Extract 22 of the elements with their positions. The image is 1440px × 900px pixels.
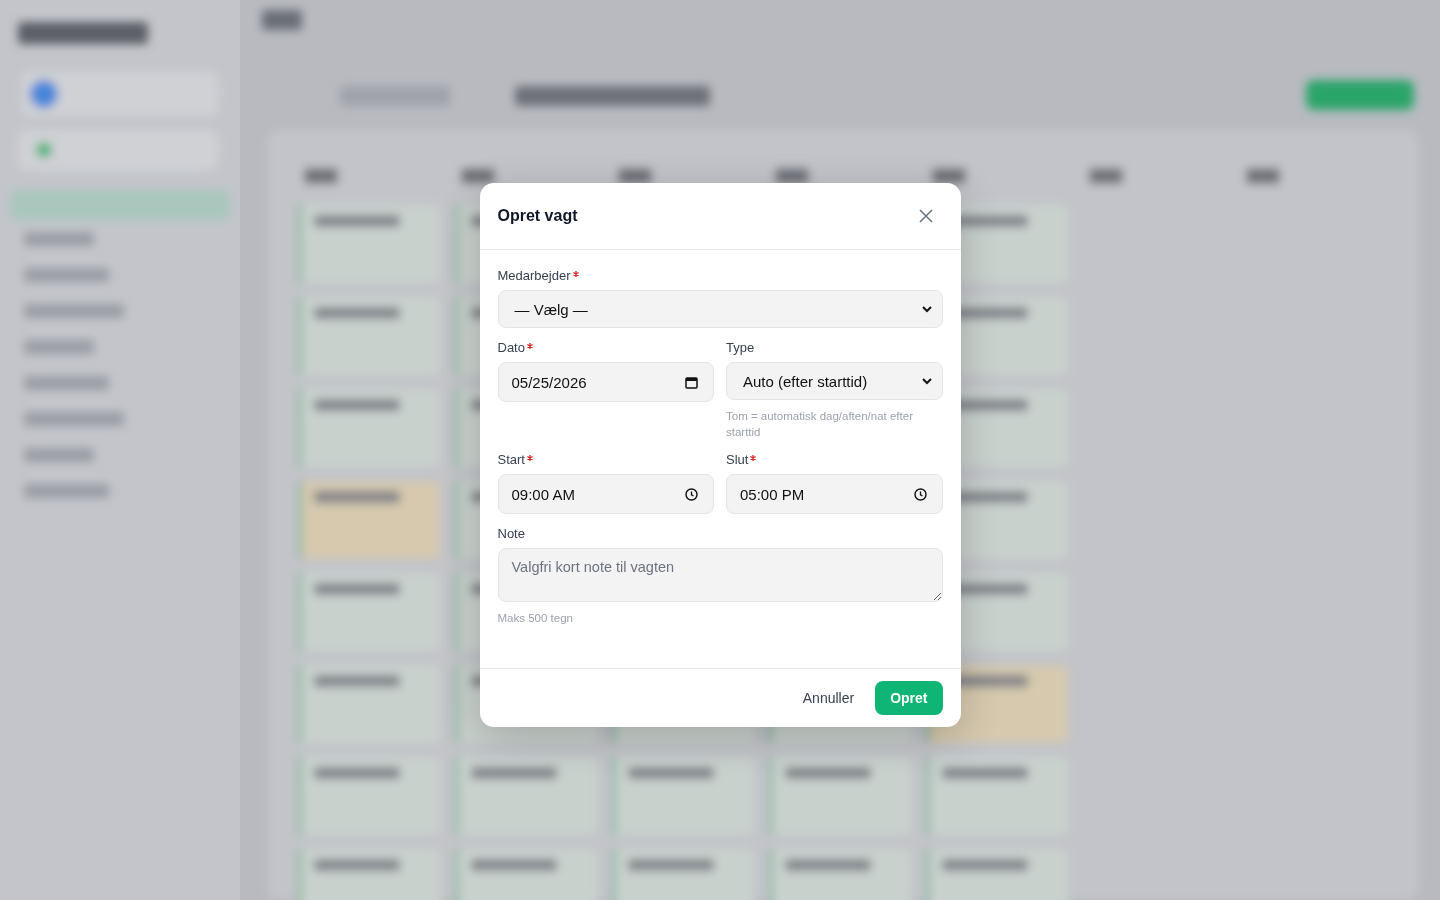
chevron-down-icon (921, 377, 932, 385)
dialog-title: Opret vagt (497, 207, 578, 225)
time-field[interactable]: 09:00 AM (497, 474, 714, 514)
chevron-down-icon (921, 305, 932, 313)
field-label: Start (497, 452, 525, 467)
dropdown[interactable]: — Vælg — (497, 290, 943, 328)
note-field[interactable]: Valgfri kort note til vagten (497, 548, 943, 602)
cancel-button[interactable]: Annuller (787, 681, 870, 715)
field-label: Slut (726, 452, 749, 467)
hint-text: Tom = automatisk dag/aften/nat efter starttid (726, 409, 914, 440)
time-field[interactable]: 05:00 PM (726, 474, 943, 514)
clock-icon (685, 487, 698, 501)
close-button[interactable] (918, 209, 933, 223)
field-label: Type (726, 340, 755, 355)
clock-icon (913, 487, 927, 501)
hint-text: Maks 500 tegn (497, 611, 574, 626)
field-label: Note (497, 526, 525, 541)
field-label: Dato (497, 340, 525, 355)
date-field[interactable]: 05/25/2026 (497, 362, 714, 402)
calendar-icon (685, 375, 698, 389)
dropdown[interactable]: Auto (efter starttid) (726, 362, 943, 400)
field-label: Medarbejder (497, 268, 571, 283)
